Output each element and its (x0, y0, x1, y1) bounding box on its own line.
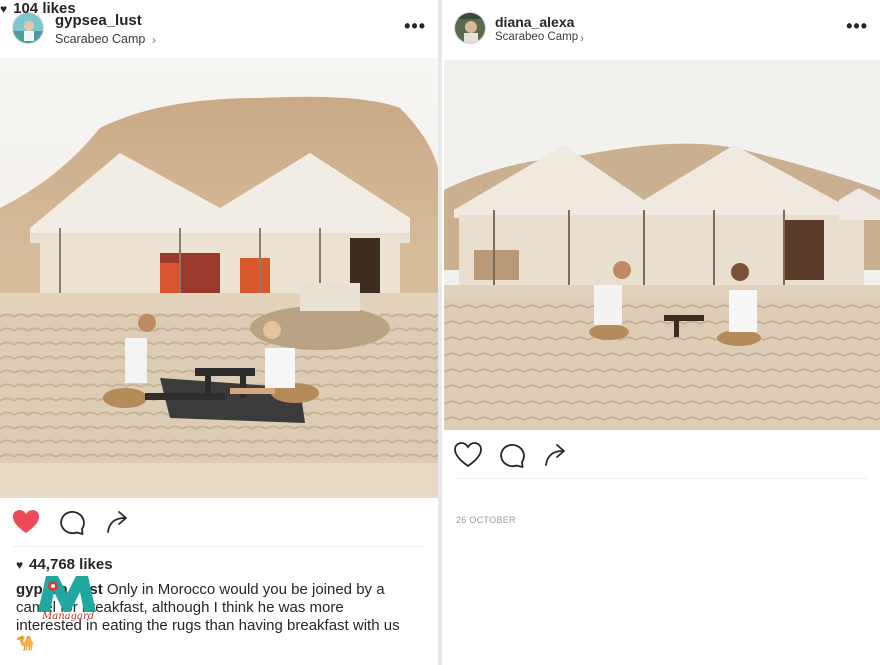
heart-icon[interactable] (452, 439, 484, 471)
post-photo[interactable] (0, 58, 438, 498)
post-photo[interactable] (444, 60, 880, 430)
more-options-icon[interactable]: ••• (404, 16, 426, 37)
chevron-right-icon: › (580, 31, 584, 45)
location-link[interactable]: Scarabeo Camp (55, 32, 145, 46)
more-options-icon[interactable]: ••• (846, 16, 868, 37)
post-card-left: gypsea_lust Scarabeo Camp › ••• ♥ 44,768… (0, 0, 438, 665)
comment-icon[interactable] (56, 506, 88, 538)
post-date: 26 OCTOBER (456, 515, 516, 525)
username[interactable]: diana_alexa (495, 14, 574, 30)
location-link[interactable]: Scarabeo Camp (495, 31, 578, 43)
comment-icon[interactable] (496, 439, 528, 471)
post-header: diana_alexa Scarabeo Camp › ••• (442, 0, 880, 58)
share-icon[interactable] (102, 506, 134, 538)
share-icon[interactable] (540, 439, 572, 471)
post-card-right: diana_alexa Scarabeo Camp › ••• 26 OCTOB… (442, 0, 880, 665)
small-heart-icon: ♥ (0, 2, 8, 16)
heart-icon[interactable] (10, 506, 42, 538)
divider (454, 478, 868, 479)
avatar[interactable] (454, 12, 486, 44)
likes-text: 104 likes (13, 0, 76, 17)
small-heart-icon: ♥ (16, 558, 24, 572)
likes-count[interactable]: ♥ 104 likes (0, 0, 76, 17)
watermark-text: Managard (42, 611, 95, 622)
divider (12, 546, 426, 547)
chevron-right-icon: › (152, 33, 156, 47)
